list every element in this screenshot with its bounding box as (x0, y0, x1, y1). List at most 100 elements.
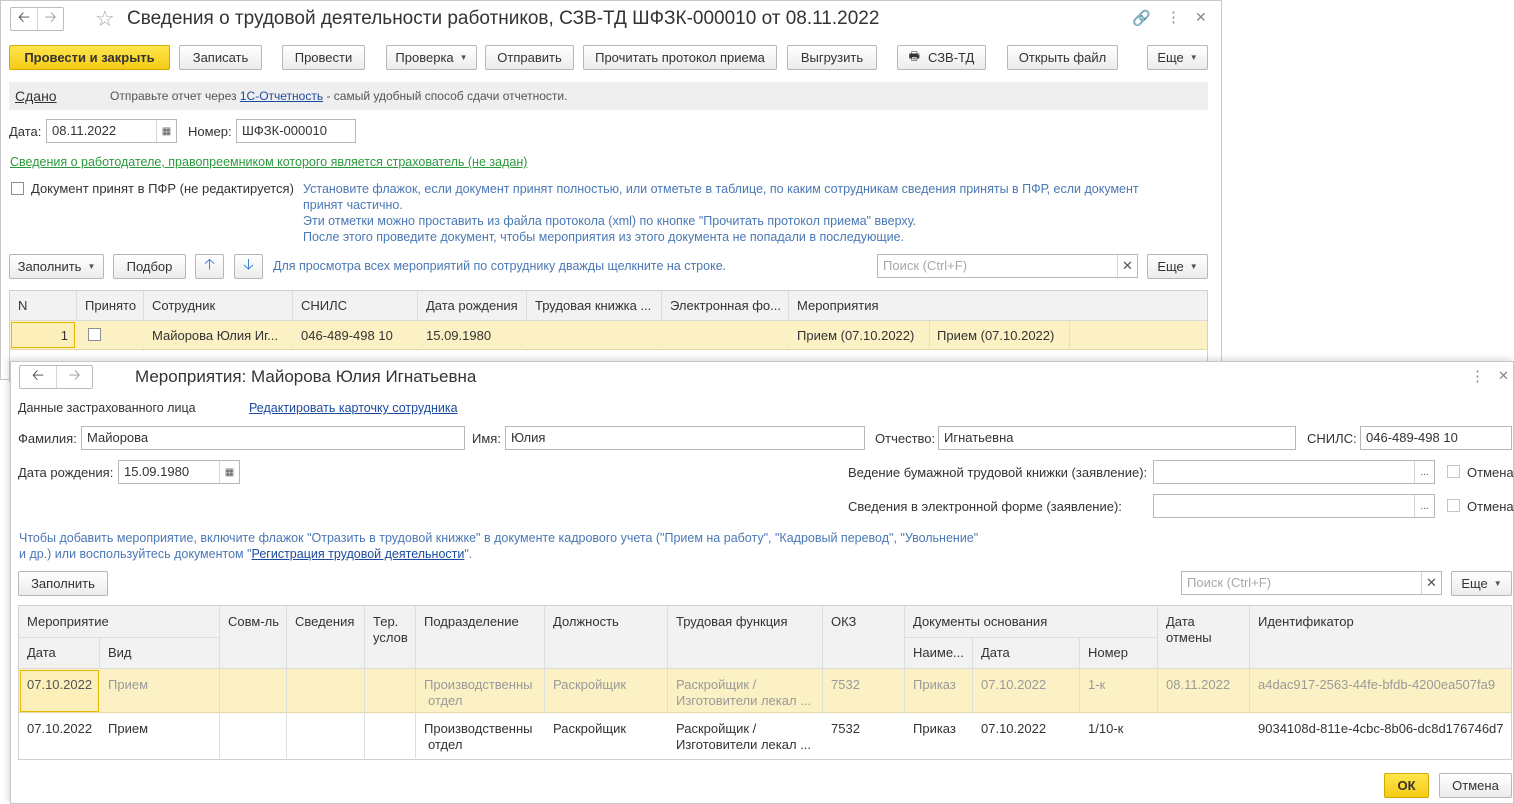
col-electronic[interactable]: Электронная фо... (662, 298, 788, 313)
print-szv-label: СЗВ-ТД (927, 50, 975, 65)
col-date[interactable]: Дата (19, 645, 64, 660)
col-id[interactable]: Идентификатор (1250, 614, 1362, 629)
back-icon[interactable]: 🡠 (20, 366, 56, 388)
electronic-cancel-checkbox[interactable] (1447, 499, 1460, 512)
calendar-icon[interactable]: ▦ (156, 120, 176, 142)
row-id: a4dac917-2563-44fe-bfdb-4200ea507fa9 (1258, 677, 1496, 692)
col-doc-name[interactable]: Наиме... (905, 645, 972, 660)
row-okz: 7532 (831, 677, 860, 692)
dialog-search-input[interactable]: Поиск (Ctrl+F) ✕ (1181, 571, 1442, 595)
row-function-line: Раскройщик / (676, 677, 757, 692)
cancel-button[interactable]: Отмена (1439, 773, 1512, 798)
dialog-more-button[interactable]: Еще ▼ (1451, 571, 1512, 596)
more-menu-icon[interactable]: ⋮ (1470, 367, 1485, 385)
accepted-checkbox[interactable] (11, 182, 24, 195)
calendar-icon[interactable]: ▦ (219, 461, 239, 483)
chevron-down-icon: ▼ (87, 262, 96, 271)
export-button[interactable]: Выгрузить (787, 45, 877, 70)
col-n[interactable]: N (10, 298, 76, 313)
employer-successor-link[interactable]: Сведения о работодателе, правопреемником… (10, 155, 527, 169)
send-button[interactable]: Отправить (485, 45, 574, 70)
number-field[interactable]: ШФЗК-000010 (236, 119, 356, 143)
check-dropdown-button[interactable]: Проверка ▼ (386, 45, 477, 70)
registration-link[interactable]: Регистрация трудовой деятельности (252, 547, 465, 561)
select-ellipsis-icon[interactable]: ... (1414, 461, 1434, 483)
move-down-icon[interactable]: 🡣 (234, 254, 263, 279)
col-accepted[interactable]: Принято (77, 298, 143, 313)
col-doc-num[interactable]: Номер (1080, 645, 1136, 660)
col-paper-book[interactable]: Трудовая книжка ... (527, 298, 661, 313)
col-docs[interactable]: Документы основания (905, 614, 1055, 629)
favorite-star-icon[interactable]: ☆ (95, 6, 115, 32)
clear-search-icon[interactable]: ✕ (1421, 572, 1441, 594)
col-function[interactable]: Трудовая функция (668, 614, 795, 629)
forward-icon[interactable]: 🡢 (56, 366, 92, 388)
snils-label: СНИЛС: (1307, 431, 1357, 446)
column-divider (667, 606, 668, 669)
date-field[interactable]: 08.11.2022 ▦ (46, 119, 177, 143)
table-row[interactable]: 07.10.2022 Прием Производственны отдел Р… (19, 713, 1511, 758)
forward-icon[interactable]: 🡢 (37, 8, 63, 30)
reporting-link[interactable]: 1С-Отчетность (240, 89, 323, 103)
col-event[interactable]: Мероприятие (19, 614, 117, 629)
electronic-field[interactable]: ... (1153, 494, 1435, 518)
more-menu-icon[interactable]: ⋮ (1166, 8, 1181, 26)
ok-button[interactable]: ОК (1384, 773, 1429, 798)
row-event: Прием (07.10.2022) (937, 328, 1055, 343)
close-icon[interactable]: ✕ (1498, 368, 1509, 384)
col-okz[interactable]: ОКЗ (823, 614, 864, 629)
dialog-fill-button[interactable]: Заполнить (18, 571, 108, 596)
row-doc-date: 07.10.2022 (981, 721, 1047, 736)
chevron-down-icon: ▼ (459, 53, 468, 62)
select-ellipsis-icon[interactable]: ... (1414, 495, 1434, 517)
row-dept-line: Производственны (424, 721, 533, 736)
hint-line: Эти отметки можно проставить из файла пр… (303, 214, 917, 228)
table-more-label: Еще (1157, 259, 1184, 274)
hint-text-after: ". (464, 547, 473, 561)
back-icon[interactable]: 🡠 (11, 8, 37, 30)
paper-cancel-checkbox[interactable] (1447, 465, 1460, 478)
edit-employee-link[interactable]: Редактировать карточку сотрудника (249, 401, 458, 415)
birth-value: 15.09.1980 (124, 464, 190, 479)
pick-button[interactable]: Подбор (113, 254, 186, 279)
table-more-button[interactable]: Еще ▼ (1147, 254, 1208, 279)
close-icon[interactable]: ✕ (1195, 9, 1207, 26)
row-accepted-checkbox[interactable] (88, 328, 101, 341)
open-file-button[interactable]: Открыть файл (1007, 45, 1118, 70)
save-button[interactable]: Записать (179, 45, 262, 70)
move-up-icon[interactable]: 🡡 (195, 254, 224, 279)
status-state-link[interactable]: Сдано (15, 88, 57, 104)
col-cancel-date[interactable]: Дата отмены (1158, 614, 1220, 646)
col-snils[interactable]: СНИЛС (293, 298, 417, 313)
col-birth[interactable]: Дата рождения (418, 298, 526, 313)
col-territorial[interactable]: Тер. услов (365, 614, 416, 646)
post-and-close-button[interactable]: Провести и закрыть (9, 45, 170, 70)
surname-field[interactable]: Майорова (81, 426, 465, 450)
col-events[interactable]: Мероприятия (789, 298, 989, 313)
print-szv-button[interactable]: 🖶 СЗВ-ТД (897, 45, 986, 70)
col-kind[interactable]: Вид (100, 645, 140, 660)
paper-book-field[interactable]: ... (1153, 460, 1435, 484)
row-dept-line: отдел (428, 737, 463, 752)
col-doc-date[interactable]: Дата (973, 645, 1018, 660)
name-field[interactable]: Юлия (505, 426, 865, 450)
post-button[interactable]: Провести (282, 45, 365, 70)
col-info[interactable]: Сведения (287, 614, 362, 629)
col-position[interactable]: Должность (545, 614, 627, 629)
snils-field[interactable]: 046-489-498 10 (1360, 426, 1512, 450)
table-row[interactable]: 1 Майорова Юлия Иг... 046-489-498 10 15.… (10, 321, 1207, 350)
clear-search-icon[interactable]: ✕ (1117, 255, 1137, 277)
search-input[interactable]: Поиск (Ctrl+F) ✕ (877, 254, 1138, 278)
col-employee[interactable]: Сотрудник (144, 298, 292, 313)
patronymic-field[interactable]: Игнатьевна (938, 426, 1296, 450)
birth-field[interactable]: 15.09.1980 ▦ (118, 460, 240, 484)
more-button[interactable]: Еще ▼ (1147, 45, 1208, 70)
fill-button[interactable]: Заполнить ▼ (9, 254, 104, 279)
read-protocol-button[interactable]: Прочитать протокол приема (583, 45, 777, 70)
row-doc-num: 1-к (1088, 677, 1106, 692)
col-combo[interactable]: Совм-ль (220, 614, 287, 629)
col-dept[interactable]: Подразделение (416, 614, 527, 629)
surname-label: Фамилия: (18, 431, 77, 446)
link-icon[interactable]: 🔗 (1132, 9, 1151, 27)
table-row[interactable]: 07.10.2022 Прием Производственны отдел Р… (19, 669, 1511, 713)
